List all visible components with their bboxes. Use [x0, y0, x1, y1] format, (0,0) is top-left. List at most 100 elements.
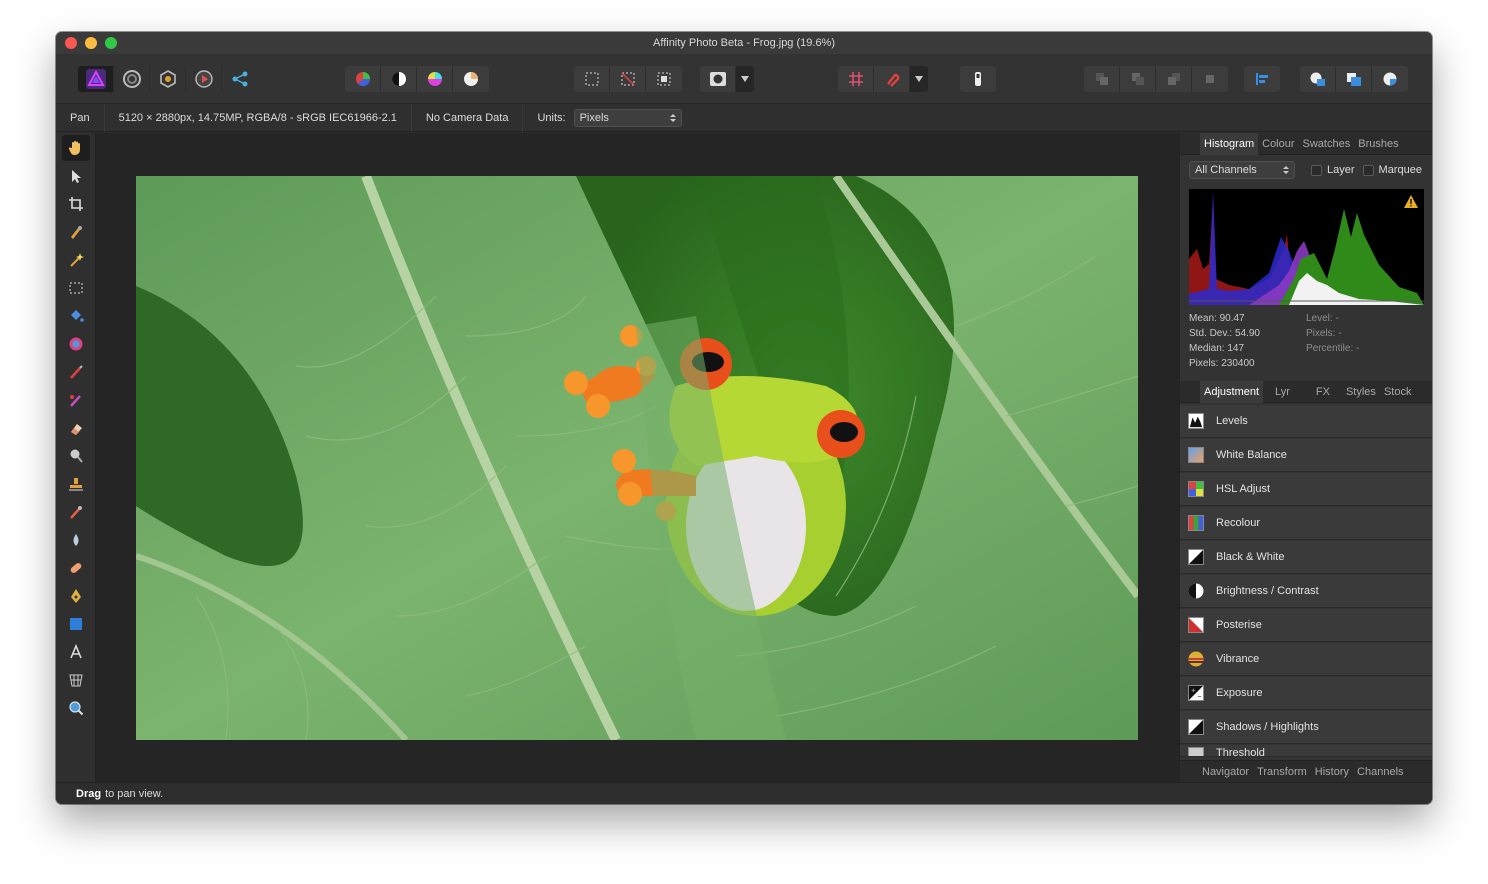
flood-fill-tool-icon[interactable] [62, 303, 90, 329]
adjustment-exposure[interactable]: Exposure [1180, 677, 1432, 710]
units-select[interactable]: Pixels [573, 108, 682, 127]
histogram-graph [1189, 189, 1424, 305]
erase-brush-tool-icon[interactable] [62, 415, 90, 441]
maximize-window-button[interactable] [105, 37, 117, 49]
tab-swatches[interactable]: Swatches [1299, 133, 1355, 155]
invert-pixel-selection-icon[interactable] [646, 66, 682, 92]
channels-value: All Channels [1195, 164, 1257, 176]
auto-colour-icon[interactable] [417, 66, 453, 92]
arrange-backward-icon[interactable] [1120, 66, 1156, 92]
patch-tool-icon[interactable] [62, 555, 90, 581]
export-persona-icon[interactable] [222, 66, 258, 92]
shadows-highlights-icon [1188, 719, 1204, 735]
photo-persona-icon[interactable] [78, 66, 114, 92]
paint-brush-tool-icon[interactable] [62, 359, 90, 385]
dodge-brush-tool-icon[interactable] [62, 443, 90, 469]
auto-levels-icon[interactable] [345, 66, 381, 92]
adjustment-levels[interactable]: Levels [1180, 405, 1432, 438]
adjustment-shadows-highlights[interactable]: Shadows / Highlights [1180, 711, 1432, 744]
snapping-group [838, 66, 928, 92]
adjustment-white-balance[interactable]: White Balance [1180, 439, 1432, 472]
tab-styles[interactable]: Styles [1342, 381, 1380, 403]
crop-tool-icon[interactable] [62, 191, 90, 217]
arrange-front-icon[interactable] [1192, 66, 1228, 92]
adjustment-posterise[interactable]: Posterise [1180, 609, 1432, 642]
vibrance-icon [1188, 651, 1204, 667]
develop-persona-icon[interactable] [150, 66, 186, 92]
auto-adjust-group [345, 66, 489, 92]
add-icon[interactable] [1300, 66, 1336, 92]
arrange-forward-icon[interactable] [1156, 66, 1192, 92]
tab-adjustment[interactable]: Adjustment [1200, 380, 1264, 403]
tab-histogram[interactable]: Histogram [1200, 132, 1259, 155]
deselect-icon[interactable] [610, 66, 646, 92]
colour-replacement-tool-icon[interactable] [62, 387, 90, 413]
channels-select[interactable]: All Channels [1189, 161, 1295, 179]
arrange-back-icon[interactable] [1084, 66, 1120, 92]
stat-percentile: Percentile: - [1306, 343, 1360, 354]
clone-brush-tool-icon[interactable] [62, 471, 90, 497]
quick-mask-dropdown-icon[interactable] [736, 66, 754, 92]
title-bar: Affinity Photo Beta - Frog.jpg (19.6%) [56, 32, 1432, 54]
tab-transform[interactable]: Transform [1253, 766, 1311, 778]
select-all-icon[interactable] [574, 66, 610, 92]
canvas-area[interactable] [96, 133, 1179, 782]
pen-tool-icon[interactable] [62, 583, 90, 609]
adjustment-label: Brightness / Contrast [1216, 585, 1319, 597]
assistant-group [960, 66, 996, 92]
tab-fx[interactable]: FX [1312, 381, 1334, 403]
adjustment-hsl-adjust[interactable]: HSL Adjust [1180, 473, 1432, 506]
selection-brush-tool-icon[interactable] [62, 219, 90, 245]
tab-channels[interactable]: Channels [1353, 766, 1407, 778]
tab-history[interactable]: History [1311, 766, 1353, 778]
tab-stock[interactable]: Stock [1380, 381, 1416, 403]
context-toolbar: Pan 5120 × 2880px, 14.75MP, RGBA/8 - sRG… [56, 103, 1432, 132]
move-tool-icon[interactable] [62, 163, 90, 189]
histogram-stats: Mean: 90.47 Std. Dev.: 54.90 Median: 147… [1180, 305, 1432, 371]
tone-mapping-persona-icon[interactable] [186, 66, 222, 92]
adjustment-black-white[interactable]: Black & White [1180, 541, 1432, 574]
text-tool-icon[interactable] [62, 639, 90, 665]
marquee-tool-icon[interactable] [62, 275, 90, 301]
stat-mean: Mean: 90.47 [1189, 313, 1245, 324]
gradient-tool-icon[interactable] [62, 331, 90, 357]
close-window-button[interactable] [65, 37, 77, 49]
adjustment-brightness-contrast[interactable]: Brightness / Contrast [1180, 575, 1432, 608]
marquee-checkbox[interactable] [1362, 164, 1374, 176]
minimize-window-button[interactable] [85, 37, 97, 49]
snapping-dropdown-icon[interactable] [910, 66, 928, 92]
window-title: Affinity Photo Beta - Frog.jpg (19.6%) [653, 37, 835, 49]
stats-right: Level: - Pixels: - Percentile: - [1306, 311, 1423, 371]
auto-white-balance-icon[interactable] [453, 66, 489, 92]
document-image[interactable] [136, 176, 1138, 740]
adjustment-vibrance[interactable]: Vibrance [1180, 643, 1432, 676]
quick-mask-icon[interactable] [700, 66, 736, 92]
subtract-icon[interactable] [1336, 66, 1372, 92]
rectangle-tool-icon[interactable] [62, 611, 90, 637]
mesh-warp-tool-icon[interactable] [62, 667, 90, 693]
layer-checkbox[interactable] [1311, 164, 1322, 176]
flood-select-tool-icon[interactable] [62, 247, 90, 273]
tab-navigator[interactable]: Navigator [1198, 766, 1253, 778]
hand-tool-icon[interactable] [62, 135, 90, 161]
healing-brush-tool-icon[interactable] [62, 499, 90, 525]
liquify-persona-icon[interactable] [114, 66, 150, 92]
tab-layers[interactable]: Lyr [1271, 381, 1294, 403]
right-studio-panel: Histogram Colour Swatches Brushes All Ch… [1179, 132, 1432, 782]
blur-brush-tool-icon[interactable] [62, 527, 90, 553]
adjustment-label: Exposure [1216, 687, 1263, 699]
adjustment-recolour[interactable]: Recolour [1180, 507, 1432, 540]
snapping-icon[interactable] [838, 66, 874, 92]
select-arrows-icon [669, 113, 676, 122]
intersect-icon[interactable] [1372, 66, 1408, 92]
align-icon[interactable] [1244, 66, 1280, 92]
status-bar: Drag to pan view. [56, 782, 1432, 804]
adjustment-threshold[interactable]: Threshold [1180, 745, 1432, 757]
tab-brushes[interactable]: Brushes [1354, 133, 1402, 155]
snapping-magnet-icon[interactable] [874, 66, 910, 92]
auto-contrast-icon[interactable] [381, 66, 417, 92]
black-white-icon [1188, 549, 1204, 565]
tab-colour[interactable]: Colour [1258, 133, 1298, 155]
zoom-tool-icon[interactable] [62, 695, 90, 721]
assistant-icon[interactable] [960, 66, 996, 92]
